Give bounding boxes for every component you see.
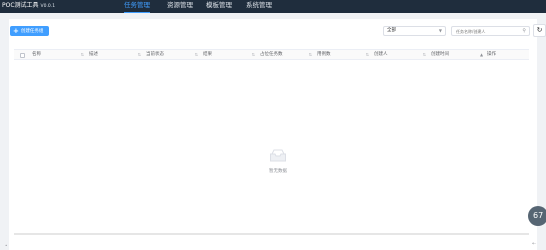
dot-icon: • (5, 243, 8, 248)
column-sort-icon[interactable]: ⇅ (252, 52, 255, 58)
nav-item-templates[interactable]: 模板管理 (206, 1, 232, 13)
sort-icon[interactable]: ▲ (480, 52, 483, 57)
status-filter-select[interactable]: 全部 ▼ (383, 26, 446, 36)
column-header-creator[interactable]: 创建人 ⇅ (374, 52, 426, 58)
column-sort-icon[interactable]: ⇅ (423, 52, 426, 58)
refresh-button[interactable]: ↻ (533, 24, 546, 37)
app-name: POC测试工具 (2, 2, 39, 9)
create-task-group-button[interactable]: + 创建任务组 (10, 26, 49, 36)
search-box: ⚲ (451, 26, 530, 36)
column-header-result[interactable]: 结果 ⇅ (203, 52, 255, 58)
chevron-down-icon: ▼ (438, 28, 442, 33)
search-icon[interactable]: ⚲ (522, 28, 526, 34)
table-header: 名称 ⇅ 描述 ⇅ 当前状态 ⇅ 结果 ⇅ 占位任务数 ⇅ 用例数 ⇅ 创建人 ⇅ 创建时间 … (14, 49, 529, 60)
search-input[interactable] (452, 27, 518, 35)
column-header-case-count[interactable]: 用例数 ⇅ (317, 52, 369, 58)
status-filter-value: 全部 (387, 28, 396, 33)
nav-item-tasks[interactable]: 任务管理 (124, 1, 150, 13)
column-sort-icon[interactable]: ⇅ (195, 52, 198, 58)
column-sort-icon[interactable]: ⇅ (81, 52, 84, 58)
top-navbar: POC测试工具 V0.0.1 任务管理 资源管理 模板管理 系统管理 (0, 0, 546, 13)
plus-icon: + (13, 27, 19, 35)
nav-item-resources[interactable]: 资源管理 (167, 1, 193, 13)
column-header-name[interactable]: 名称 ⇅ (32, 52, 84, 58)
floating-badge[interactable]: 67 (528, 206, 546, 226)
create-task-group-label: 创建任务组 (20, 29, 44, 34)
column-sort-icon[interactable]: ⇅ (138, 52, 141, 58)
column-sort-icon[interactable]: ⇅ (309, 52, 312, 58)
page-arrow-icon[interactable]: ⇠ (532, 241, 536, 247)
app-version: V0.0.1 (40, 4, 56, 9)
refresh-icon: ↻ (536, 26, 543, 34)
column-header-status[interactable]: 当前状态 ⇅ (146, 52, 198, 58)
column-header-actions: 操作 (487, 52, 496, 57)
column-sort-icon[interactable]: ⇅ (366, 52, 369, 58)
nav-item-system[interactable]: 系统管理 (246, 1, 272, 13)
horizontal-scrollbar[interactable] (14, 233, 529, 235)
app-title: POC测试工具 V0.0.1 (2, 2, 55, 11)
column-header-created-time[interactable]: 创建时间 (431, 52, 475, 58)
empty-inbox-icon (270, 149, 286, 162)
select-all-checkbox[interactable] (20, 53, 25, 58)
empty-state-text: 暂无数据 (269, 169, 287, 174)
column-header-description[interactable]: 描述 ⇅ (89, 52, 141, 58)
column-header-placeholder-count[interactable]: 占位任务数 ⇅ (260, 52, 312, 58)
